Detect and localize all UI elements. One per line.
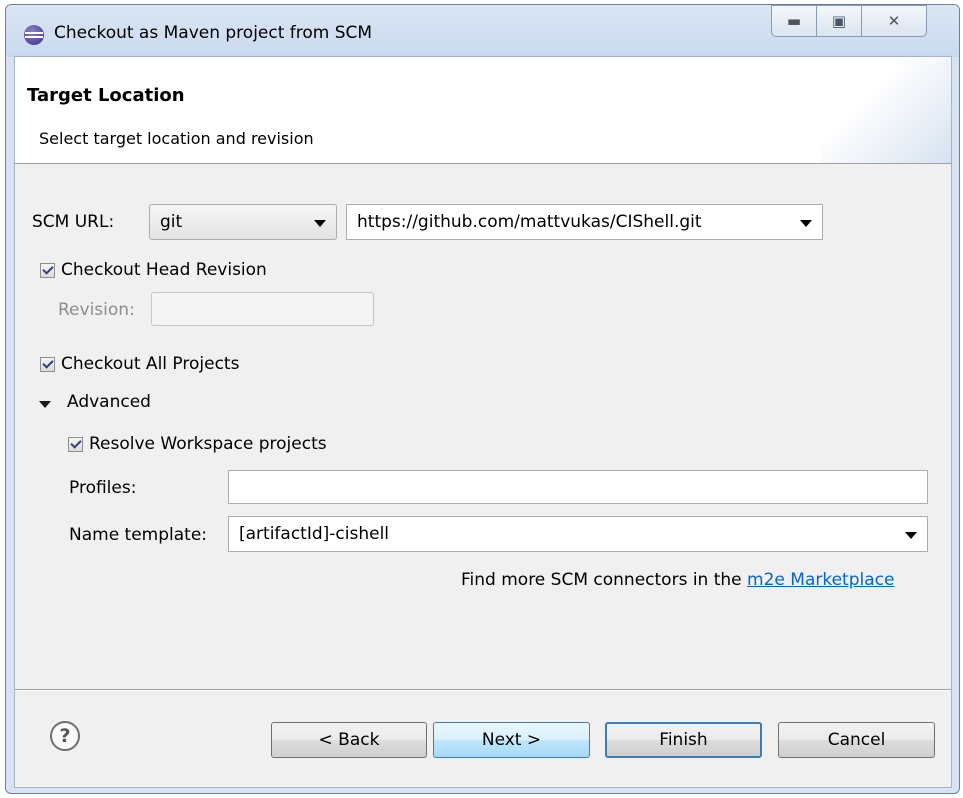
- header-decoration: [821, 57, 951, 163]
- finish-button[interactable]: Finish: [605, 722, 762, 758]
- expand-triangle-icon[interactable]: [39, 401, 51, 408]
- resolve-workspace-label: Resolve Workspace projects: [89, 434, 327, 454]
- window-title: Checkout as Maven project from SCM: [54, 23, 373, 43]
- minimize-icon: ▬: [786, 12, 802, 30]
- close-icon: ✕: [887, 12, 901, 30]
- scm-url-combo[interactable]: https://github.com/mattvukas/CIShell.git: [346, 204, 823, 240]
- checkout-head-label: Checkout Head Revision: [61, 260, 267, 280]
- resolve-workspace-checkbox[interactable]: Resolve Workspace projects: [68, 434, 327, 454]
- chevron-down-icon: [800, 220, 812, 227]
- title-bar: Checkout as Maven project from SCM ▬ ▣ ✕: [6, 5, 959, 57]
- help-icon[interactable]: ?: [50, 721, 80, 751]
- scm-url-label: SCM URL:: [32, 212, 115, 232]
- scm-type-value: git: [160, 212, 183, 232]
- maximize-icon: ▣: [831, 12, 847, 30]
- revision-label: Revision:: [58, 300, 135, 320]
- scm-type-combo[interactable]: git: [149, 204, 337, 240]
- chevron-down-icon: [314, 220, 326, 227]
- advanced-section-label[interactable]: Advanced: [67, 392, 151, 412]
- cancel-button[interactable]: Cancel: [778, 722, 935, 758]
- eclipse-icon: [24, 25, 44, 45]
- connectors-text: Find more SCM connectors in the m2e Mark…: [461, 570, 894, 590]
- close-button[interactable]: ✕: [862, 5, 927, 37]
- connectors-prefix: Find more SCM connectors in the: [461, 570, 742, 590]
- page-description: Select target location and revision: [39, 129, 314, 148]
- profiles-label: Profiles:: [69, 478, 137, 498]
- name-template-combo[interactable]: [artifactId]-cishell: [228, 516, 928, 552]
- page-title: Target Location: [27, 85, 185, 106]
- maximize-button[interactable]: ▣: [817, 5, 862, 37]
- checkbox-checked-icon: [40, 356, 55, 372]
- dialog-window: Checkout as Maven project from SCM ▬ ▣ ✕…: [5, 4, 960, 794]
- profiles-input[interactable]: [228, 470, 928, 504]
- window-controls: ▬ ▣ ✕: [771, 5, 927, 37]
- checkbox-checked-icon: [40, 262, 55, 278]
- minimize-button[interactable]: ▬: [771, 5, 817, 37]
- name-template-label: Name template:: [69, 525, 208, 545]
- revision-input: [151, 292, 374, 326]
- back-button[interactable]: < Back: [271, 722, 427, 758]
- checkout-all-label: Checkout All Projects: [61, 354, 240, 374]
- m2e-marketplace-link[interactable]: m2e Marketplace: [747, 570, 894, 590]
- chevron-down-icon: [905, 532, 917, 539]
- checkout-head-checkbox[interactable]: Checkout Head Revision: [40, 260, 267, 280]
- button-bar-separator: [15, 689, 951, 691]
- next-button[interactable]: Next >: [433, 722, 590, 758]
- checkout-all-checkbox[interactable]: Checkout All Projects: [40, 354, 239, 374]
- name-template-value: [artifactId]-cishell: [239, 524, 390, 544]
- dialog-body: Target Location Select target location a…: [14, 56, 952, 788]
- scm-url-value: https://github.com/mattvukas/CIShell.git: [357, 212, 702, 232]
- wizard-header: Target Location Select target location a…: [15, 57, 951, 164]
- checkbox-checked-icon: [68, 436, 83, 452]
